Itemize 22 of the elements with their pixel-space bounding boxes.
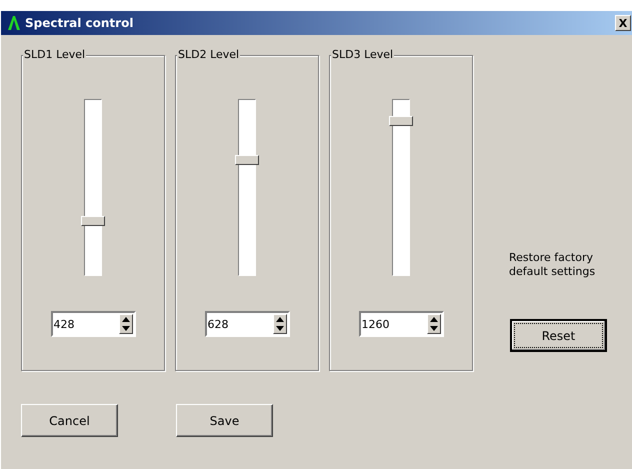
group-label: SLD3 Level [331, 48, 394, 61]
spin-field[interactable]: 1260 [358, 311, 444, 337]
restore-description: Restore factory default settings [509, 251, 596, 279]
spin-up-icon[interactable] [120, 315, 132, 324]
spin-down-icon[interactable] [428, 324, 440, 333]
spin-field[interactable]: 628 [204, 311, 290, 337]
slider-thumb[interactable] [235, 154, 259, 164]
spin-down-icon[interactable] [120, 324, 132, 333]
group-label: SLD1 Level [23, 48, 86, 61]
save-button[interactable]: Save [176, 404, 273, 437]
reset-button[interactable]: Reset [510, 319, 607, 352]
slider-thumb[interactable] [81, 216, 105, 226]
group-label: SLD2 Level [177, 48, 240, 61]
window-title: Spectral control [25, 16, 134, 30]
spin-up-icon[interactable] [428, 315, 440, 324]
spin-up-icon[interactable] [274, 315, 286, 324]
close-button[interactable]: X [615, 15, 631, 31]
app-logo-icon [7, 15, 21, 31]
slider-thumb[interactable] [389, 116, 413, 126]
cancel-button[interactable]: Cancel [21, 404, 118, 437]
spin-field[interactable]: 428 [50, 311, 136, 337]
spin-down-icon[interactable] [274, 324, 286, 333]
